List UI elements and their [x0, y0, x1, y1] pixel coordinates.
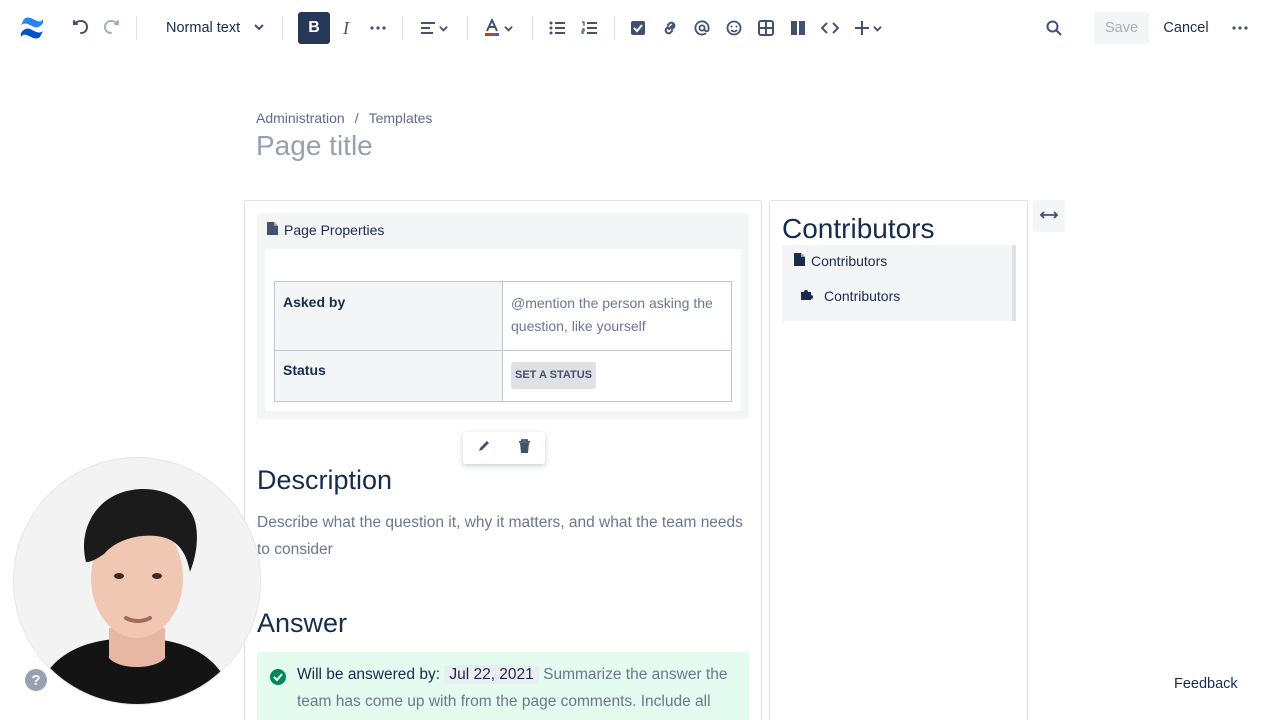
bold-icon: B [308, 19, 320, 36]
action-item-icon[interactable] [622, 12, 654, 44]
breadcrumb-separator: / [354, 110, 359, 126]
chevron-down-icon [872, 24, 882, 33]
breadcrumb: Administration / Templates [256, 110, 432, 126]
mention-icon[interactable] [686, 12, 718, 44]
chevron-down-icon [503, 24, 513, 33]
help-button[interactable]: ? [25, 669, 47, 691]
breadcrumb-item-administration[interactable]: Administration [256, 110, 345, 126]
editor-toolbar: Normal text B I Save Cancel [0, 0, 1280, 56]
contributors-macro-title: Contributors [811, 253, 888, 269]
page-properties-title: Page Properties [284, 222, 385, 238]
toolbar-separator [467, 16, 468, 40]
table-row: Status SET A STATUS [274, 350, 732, 402]
table-header-cell[interactable]: Asked by [274, 281, 503, 351]
date-chip[interactable]: Jul 22, 2021 [444, 665, 539, 684]
page-title-input[interactable]: Page title [256, 130, 373, 162]
status-lozenge[interactable]: SET A STATUS [511, 362, 596, 389]
search-icon[interactable] [1038, 12, 1070, 44]
emoji-icon[interactable] [718, 12, 750, 44]
contributors-heading: Contributors [782, 213, 935, 244]
trash-icon[interactable] [518, 438, 531, 458]
text-color-dropdown[interactable] [478, 12, 518, 44]
table-cell[interactable]: SET A STATUS [502, 350, 732, 402]
insert-dropdown[interactable] [848, 12, 888, 44]
puzzle-icon [800, 287, 814, 304]
table-header-cell[interactable]: Status [274, 350, 503, 402]
redo-icon[interactable] [96, 12, 128, 44]
toolbar-separator [532, 16, 533, 40]
properties-table: Asked by @mention the person asking the … [274, 281, 732, 402]
contributors-macro[interactable]: Contributors Contributors [782, 245, 1016, 321]
document-icon [267, 222, 278, 238]
confluence-logo-icon[interactable] [18, 14, 46, 42]
answer-label: Will be answered by: [297, 666, 441, 683]
italic-icon: I [343, 17, 349, 38]
breadcrumb-item-templates[interactable]: Templates [369, 110, 433, 126]
feedback-link[interactable]: Feedback [1174, 676, 1238, 692]
save-button[interactable]: Save [1094, 12, 1149, 44]
bold-button[interactable]: B [298, 12, 330, 44]
description-text[interactable]: Describe what the question it, why it ma… [257, 509, 747, 563]
table-cell[interactable]: @mention the person asking the question,… [502, 281, 732, 351]
pencil-icon[interactable] [477, 439, 491, 458]
text-style-dropdown[interactable]: Normal text [158, 12, 272, 44]
code-icon[interactable] [814, 12, 846, 44]
undo-icon[interactable] [64, 12, 96, 44]
document-icon [794, 253, 805, 269]
contributors-macro-header: Contributors [794, 253, 887, 269]
alignment-dropdown[interactable] [414, 12, 454, 44]
macro-floating-toolbar [463, 432, 545, 464]
text-color-icon [484, 19, 500, 37]
page-properties-body: Asked by @mention the person asking the … [265, 249, 741, 411]
answer-heading: Answer [257, 608, 348, 638]
page-properties-header: Page Properties [267, 222, 384, 238]
check-circle-icon [269, 668, 287, 691]
table-icon[interactable] [750, 12, 782, 44]
cancel-button[interactable]: Cancel [1158, 12, 1214, 44]
presenter-avatar-icon [14, 458, 260, 704]
italic-button[interactable]: I [330, 12, 362, 44]
table-row: Asked by @mention the person asking the … [274, 281, 732, 351]
contributors-item-label: Contributors [824, 287, 901, 304]
contributors-macro-item: Contributors [800, 287, 900, 304]
success-panel[interactable]: Will be answered by: Jul 22, 2021 Summar… [257, 652, 749, 720]
bullet-list-icon[interactable] [541, 12, 573, 44]
numbered-list-icon[interactable] [573, 12, 605, 44]
expand-width-button[interactable] [1033, 200, 1065, 232]
chevron-down-icon [438, 24, 448, 33]
more-options-icon[interactable] [1224, 12, 1256, 44]
layout-column-main[interactable]: Page Properties Asked by @mention the pe… [244, 200, 762, 720]
toolbar-separator [136, 16, 137, 40]
page-properties-macro[interactable]: Page Properties Asked by @mention the pe… [257, 213, 749, 419]
align-left-icon [420, 22, 435, 34]
toolbar-separator [614, 16, 615, 40]
toolbar-separator [282, 16, 283, 40]
description-heading: Description [257, 465, 393, 495]
webcam-overlay [14, 458, 260, 704]
toolbar-separator [402, 16, 403, 40]
link-icon[interactable] [654, 12, 686, 44]
layout-column-side[interactable]: Contributors Contributors Contributors [769, 200, 1028, 720]
arrows-horizontal-icon [1039, 207, 1059, 225]
chevron-down-icon [254, 20, 264, 36]
answer-panel-text: Will be answered by: Jul 22, 2021 Summar… [297, 661, 737, 715]
text-style-label: Normal text [166, 20, 241, 36]
layouts-icon[interactable] [782, 12, 814, 44]
more-formatting-icon[interactable] [362, 12, 394, 44]
plus-icon [854, 21, 869, 35]
